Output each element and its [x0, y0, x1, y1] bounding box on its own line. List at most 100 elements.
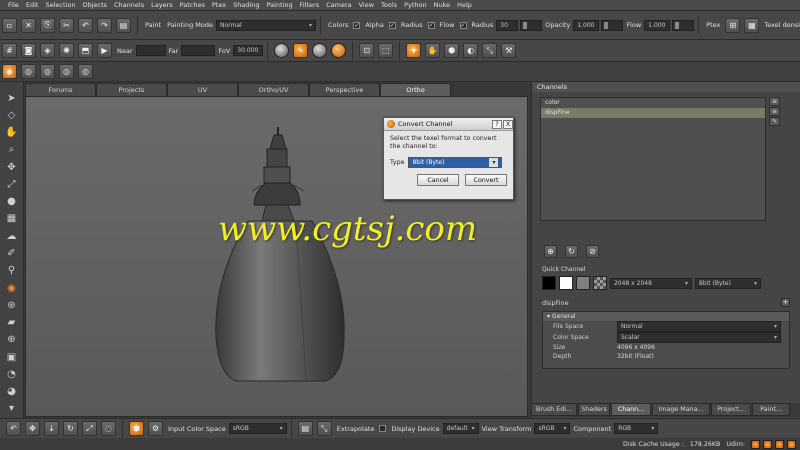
- cut-icon[interactable]: ✂: [59, 17, 74, 33]
- tab-projects[interactable]: Projects: [96, 83, 167, 96]
- mask-icon[interactable]: ◐: [463, 43, 479, 58]
- ptex-icon[interactable]: ⊞: [725, 17, 741, 33]
- channel-menu-icon[interactable]: ≡: [769, 97, 780, 106]
- menu-item-nuke[interactable]: Nuke: [434, 1, 451, 9]
- radius-checkbox[interactable]: ✓: [427, 21, 435, 29]
- component-select[interactable]: RGB ▾: [614, 423, 659, 434]
- tab-shaders[interactable]: Shaders: [578, 403, 610, 416]
- channel-item-color[interactable]: color: [541, 98, 765, 108]
- refresh-icon[interactable]: ↻: [565, 245, 578, 258]
- tab-uv[interactable]: UV: [167, 83, 238, 96]
- cube-icon[interactable]: ◈: [40, 43, 55, 58]
- eye-hidden-icon[interactable]: ◎: [59, 64, 74, 79]
- smudge-tool-icon[interactable]: ☁: [5, 230, 19, 242]
- gray-swatch[interactable]: [576, 276, 590, 290]
- menu-item-patches[interactable]: Patches: [180, 1, 205, 9]
- frame-icon[interactable]: ▶: [97, 43, 112, 58]
- flow-checkbox[interactable]: ✓: [459, 21, 467, 29]
- general-header[interactable]: ▾ General: [543, 312, 789, 321]
- quick-channel-size-select[interactable]: 2048 x 2048 ▾: [610, 277, 692, 289]
- eyedropper-icon[interactable]: ✐: [5, 247, 19, 259]
- opacity-input[interactable]: 1.000: [573, 19, 600, 31]
- lasso-icon[interactable]: ◌: [101, 421, 116, 436]
- menu-item-objects[interactable]: Objects: [82, 1, 107, 9]
- tab-ortho-uv[interactable]: Ortho/UV: [238, 83, 309, 96]
- status-icon[interactable]: [763, 439, 772, 449]
- ptex-grid-icon[interactable]: ▦: [744, 17, 760, 33]
- tab-brush-edi[interactable]: Brush Edi...: [531, 403, 577, 416]
- camera-icon[interactable]: ◙: [21, 43, 36, 58]
- rotate-icon[interactable]: ↻: [63, 421, 78, 436]
- add-channel-icon[interactable]: ⊕: [544, 245, 557, 258]
- pin-icon[interactable]: ✚: [406, 43, 422, 58]
- convert-button[interactable]: Convert: [465, 174, 507, 186]
- status-icon[interactable]: [751, 439, 760, 449]
- hand-tool-icon[interactable]: ✋: [5, 127, 19, 139]
- menu-item-file[interactable]: File: [8, 1, 19, 9]
- radius-input[interactable]: 30: [496, 19, 519, 31]
- display-device-select[interactable]: default ▾: [442, 423, 479, 434]
- move-tool-icon[interactable]: ✥: [5, 161, 19, 173]
- brush-icon[interactable]: ✎: [293, 43, 309, 58]
- paint-brush-icon[interactable]: ◉: [5, 282, 19, 294]
- cancel-button[interactable]: Cancel: [417, 174, 459, 186]
- clone-tool-icon[interactable]: ⊛: [5, 299, 19, 311]
- menu-item-layers[interactable]: Layers: [151, 1, 173, 9]
- menu-item-ptex[interactable]: Ptex: [212, 1, 226, 9]
- lights-icon[interactable]: ✺: [59, 43, 74, 58]
- far-input[interactable]: [181, 45, 216, 56]
- bounding-box-icon[interactable]: ⬚: [378, 43, 394, 58]
- close-button[interactable]: X: [503, 119, 513, 129]
- down-arrow-icon[interactable]: ↓: [44, 421, 59, 436]
- tab-paint[interactable]: Paint...: [752, 403, 790, 416]
- shaded-sphere-icon[interactable]: [312, 43, 328, 58]
- lut-icon[interactable]: ⬢: [129, 421, 144, 436]
- sharpen-icon[interactable]: ◕: [5, 386, 19, 398]
- type-select[interactable]: 8bit (Byte) ▾: [408, 157, 503, 168]
- painting-mode-select[interactable]: Normal ▾: [216, 19, 317, 31]
- channel-item-dispfine[interactable]: dispFine: [541, 108, 765, 118]
- menu-item-camera[interactable]: Camera: [326, 1, 352, 9]
- eye-icon[interactable]: ◎: [21, 64, 36, 79]
- delete-icon[interactable]: ✕: [21, 17, 36, 33]
- tab-ortho[interactable]: Ortho: [380, 83, 451, 96]
- scale-icon[interactable]: ⤢: [82, 421, 97, 436]
- settings-icon[interactable]: ⚙: [148, 421, 163, 436]
- transform-icon[interactable]: ⤡: [316, 421, 332, 436]
- select-arrow-icon[interactable]: ➤: [5, 92, 19, 104]
- menu-item-filters[interactable]: Filters: [300, 1, 319, 9]
- near-input[interactable]: [135, 45, 166, 56]
- checker-swatch[interactable]: [593, 276, 607, 290]
- status-icon[interactable]: [775, 439, 784, 449]
- zoom-tool-icon[interactable]: ⌕: [5, 144, 19, 156]
- copy-icon[interactable]: ⎘: [40, 17, 55, 33]
- opacity-slider[interactable]: [601, 19, 624, 31]
- blur-icon[interactable]: ◔: [5, 368, 19, 380]
- tab-image-mana[interactable]: Image Mana...: [652, 403, 710, 416]
- eraser-icon[interactable]: ▰: [5, 316, 19, 328]
- pin-tool-icon[interactable]: ⚲: [5, 265, 19, 277]
- status-icon[interactable]: [787, 439, 796, 449]
- document-icon[interactable]: ▤: [297, 421, 313, 436]
- more-tools-icon[interactable]: ▾: [5, 403, 19, 415]
- menu-item-view[interactable]: View: [359, 1, 374, 9]
- menu-item-edit[interactable]: Edit: [26, 1, 39, 9]
- flow-slider[interactable]: [672, 19, 695, 31]
- radius-slider[interactable]: [520, 19, 543, 31]
- tools-icon[interactable]: ⚒: [501, 43, 517, 58]
- flow-input[interactable]: 1.000: [644, 19, 671, 31]
- drop-tool-icon[interactable]: ●: [5, 196, 19, 208]
- menu-item-channels[interactable]: Channels: [114, 1, 144, 9]
- quick-channel-depth-select[interactable]: 8bit (Byte) ▾: [695, 277, 761, 289]
- eye-alt-icon[interactable]: ◎: [40, 64, 55, 79]
- move-icon[interactable]: ✥: [25, 421, 40, 436]
- color-space-select[interactable]: Scalar ▾: [617, 332, 781, 343]
- tab-forums[interactable]: Forums: [25, 83, 96, 96]
- menu-item-selection[interactable]: Selection: [45, 1, 75, 9]
- sphere-icon[interactable]: [274, 43, 290, 58]
- file-space-select[interactable]: Normal ▾: [617, 321, 781, 332]
- grid-icon[interactable]: #: [2, 43, 17, 58]
- redo-icon[interactable]: ↷: [97, 17, 112, 33]
- grid-tool-icon[interactable]: ▦: [5, 213, 19, 225]
- undo-icon[interactable]: ↶: [78, 17, 93, 33]
